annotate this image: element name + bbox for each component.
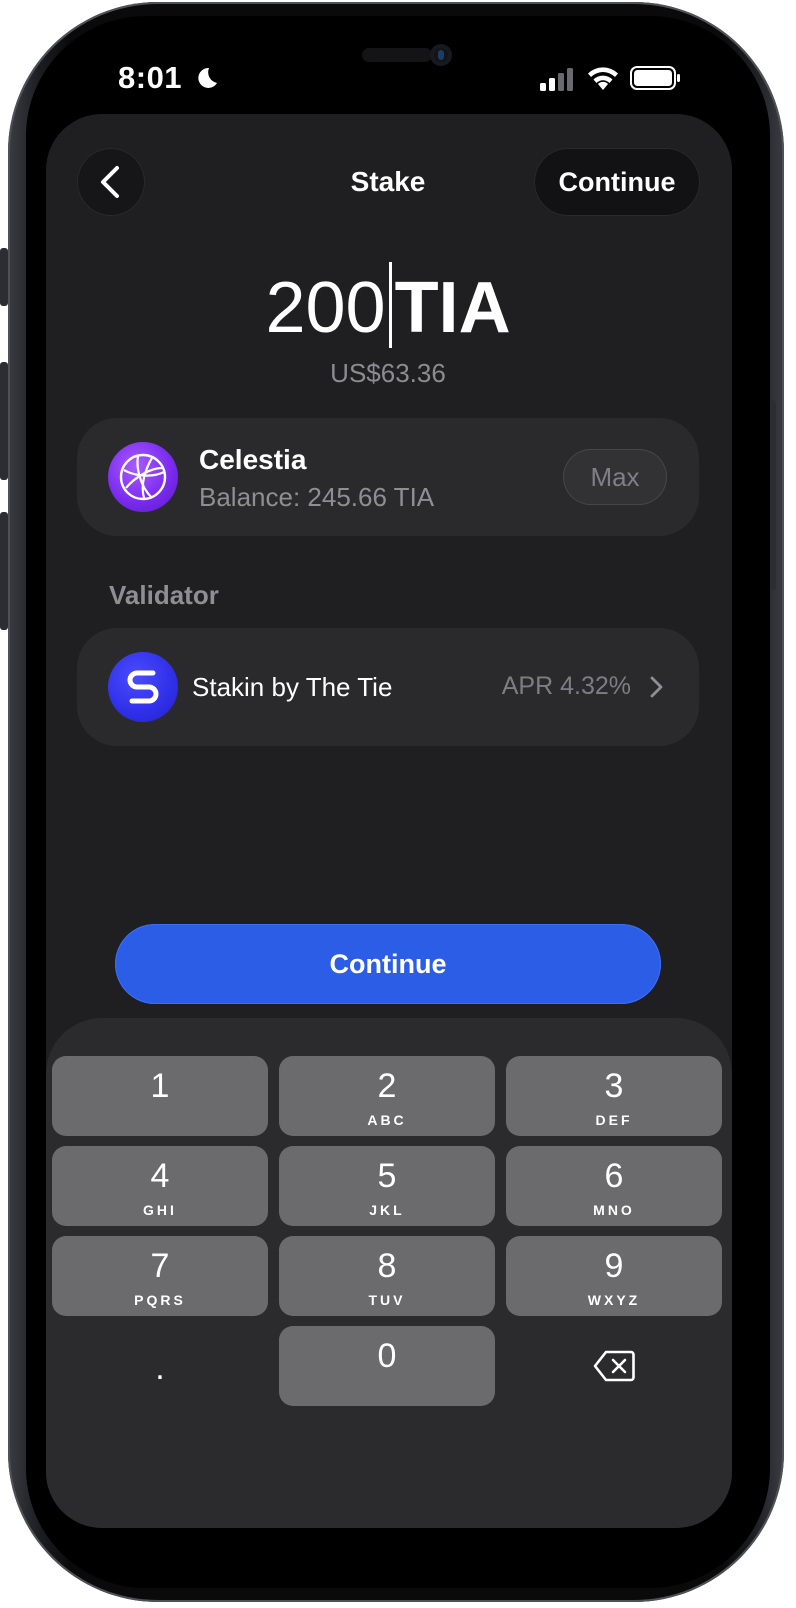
battery-icon	[630, 66, 680, 90]
asset-card: Celestia Balance: 245.66 TIA Max	[77, 418, 699, 536]
validator-row[interactable]: Stakin by The Tie APR 4.32%	[77, 628, 699, 746]
continue-button[interactable]: Continue	[115, 924, 661, 1004]
stakin-logo-icon	[108, 652, 178, 722]
front-camera	[430, 44, 452, 66]
key-7[interactable]: 7 PQRS	[52, 1236, 268, 1316]
text-cursor	[388, 262, 392, 348]
key-decimal[interactable]: .	[52, 1326, 268, 1406]
validator-name: Stakin by The Tie	[192, 672, 393, 702]
key-4[interactable]: 4 GHI	[52, 1146, 268, 1226]
validator-section-label: Validator	[109, 580, 219, 610]
celestia-logo-icon	[108, 442, 178, 512]
moon-icon	[198, 67, 218, 88]
backspace-icon	[593, 1350, 635, 1382]
status-time: 8:01	[118, 60, 219, 96]
asset-name: Celestia	[199, 444, 307, 475]
chevron-left-icon	[101, 166, 119, 198]
cellular-signal-icon	[540, 68, 573, 91]
asset-balance: Balance: 245.66 TIA	[199, 482, 435, 512]
fiat-value: US$63.36	[330, 358, 446, 388]
volume-down-button	[0, 512, 8, 630]
validator-apr: APR 4.32%	[501, 672, 631, 700]
key-8[interactable]: 8 TUV	[279, 1236, 495, 1316]
key-5[interactable]: 5 JKL	[279, 1146, 495, 1226]
amount-input[interactable]: 200 TIA	[0, 262, 776, 350]
wifi-icon	[588, 67, 618, 90]
back-button[interactable]	[77, 148, 145, 216]
key-1[interactable]: 1	[52, 1056, 268, 1136]
page-title: Stake	[350, 166, 426, 197]
max-button[interactable]: Max	[563, 449, 667, 505]
key-delete[interactable]	[506, 1326, 722, 1406]
key-3[interactable]: 3 DEF	[506, 1056, 722, 1136]
key-2[interactable]: 2 ABC	[279, 1056, 495, 1136]
chevron-right-icon	[650, 676, 663, 698]
speaker-grille	[362, 48, 432, 62]
amount-value: 200	[265, 268, 386, 348]
key-0[interactable]: 0	[279, 1326, 495, 1406]
continue-header-button[interactable]: Continue	[534, 148, 700, 216]
key-9[interactable]: 9 WXYZ	[506, 1236, 722, 1316]
key-6[interactable]: 6 MNO	[506, 1146, 722, 1226]
amount-unit: TIA	[394, 268, 511, 348]
